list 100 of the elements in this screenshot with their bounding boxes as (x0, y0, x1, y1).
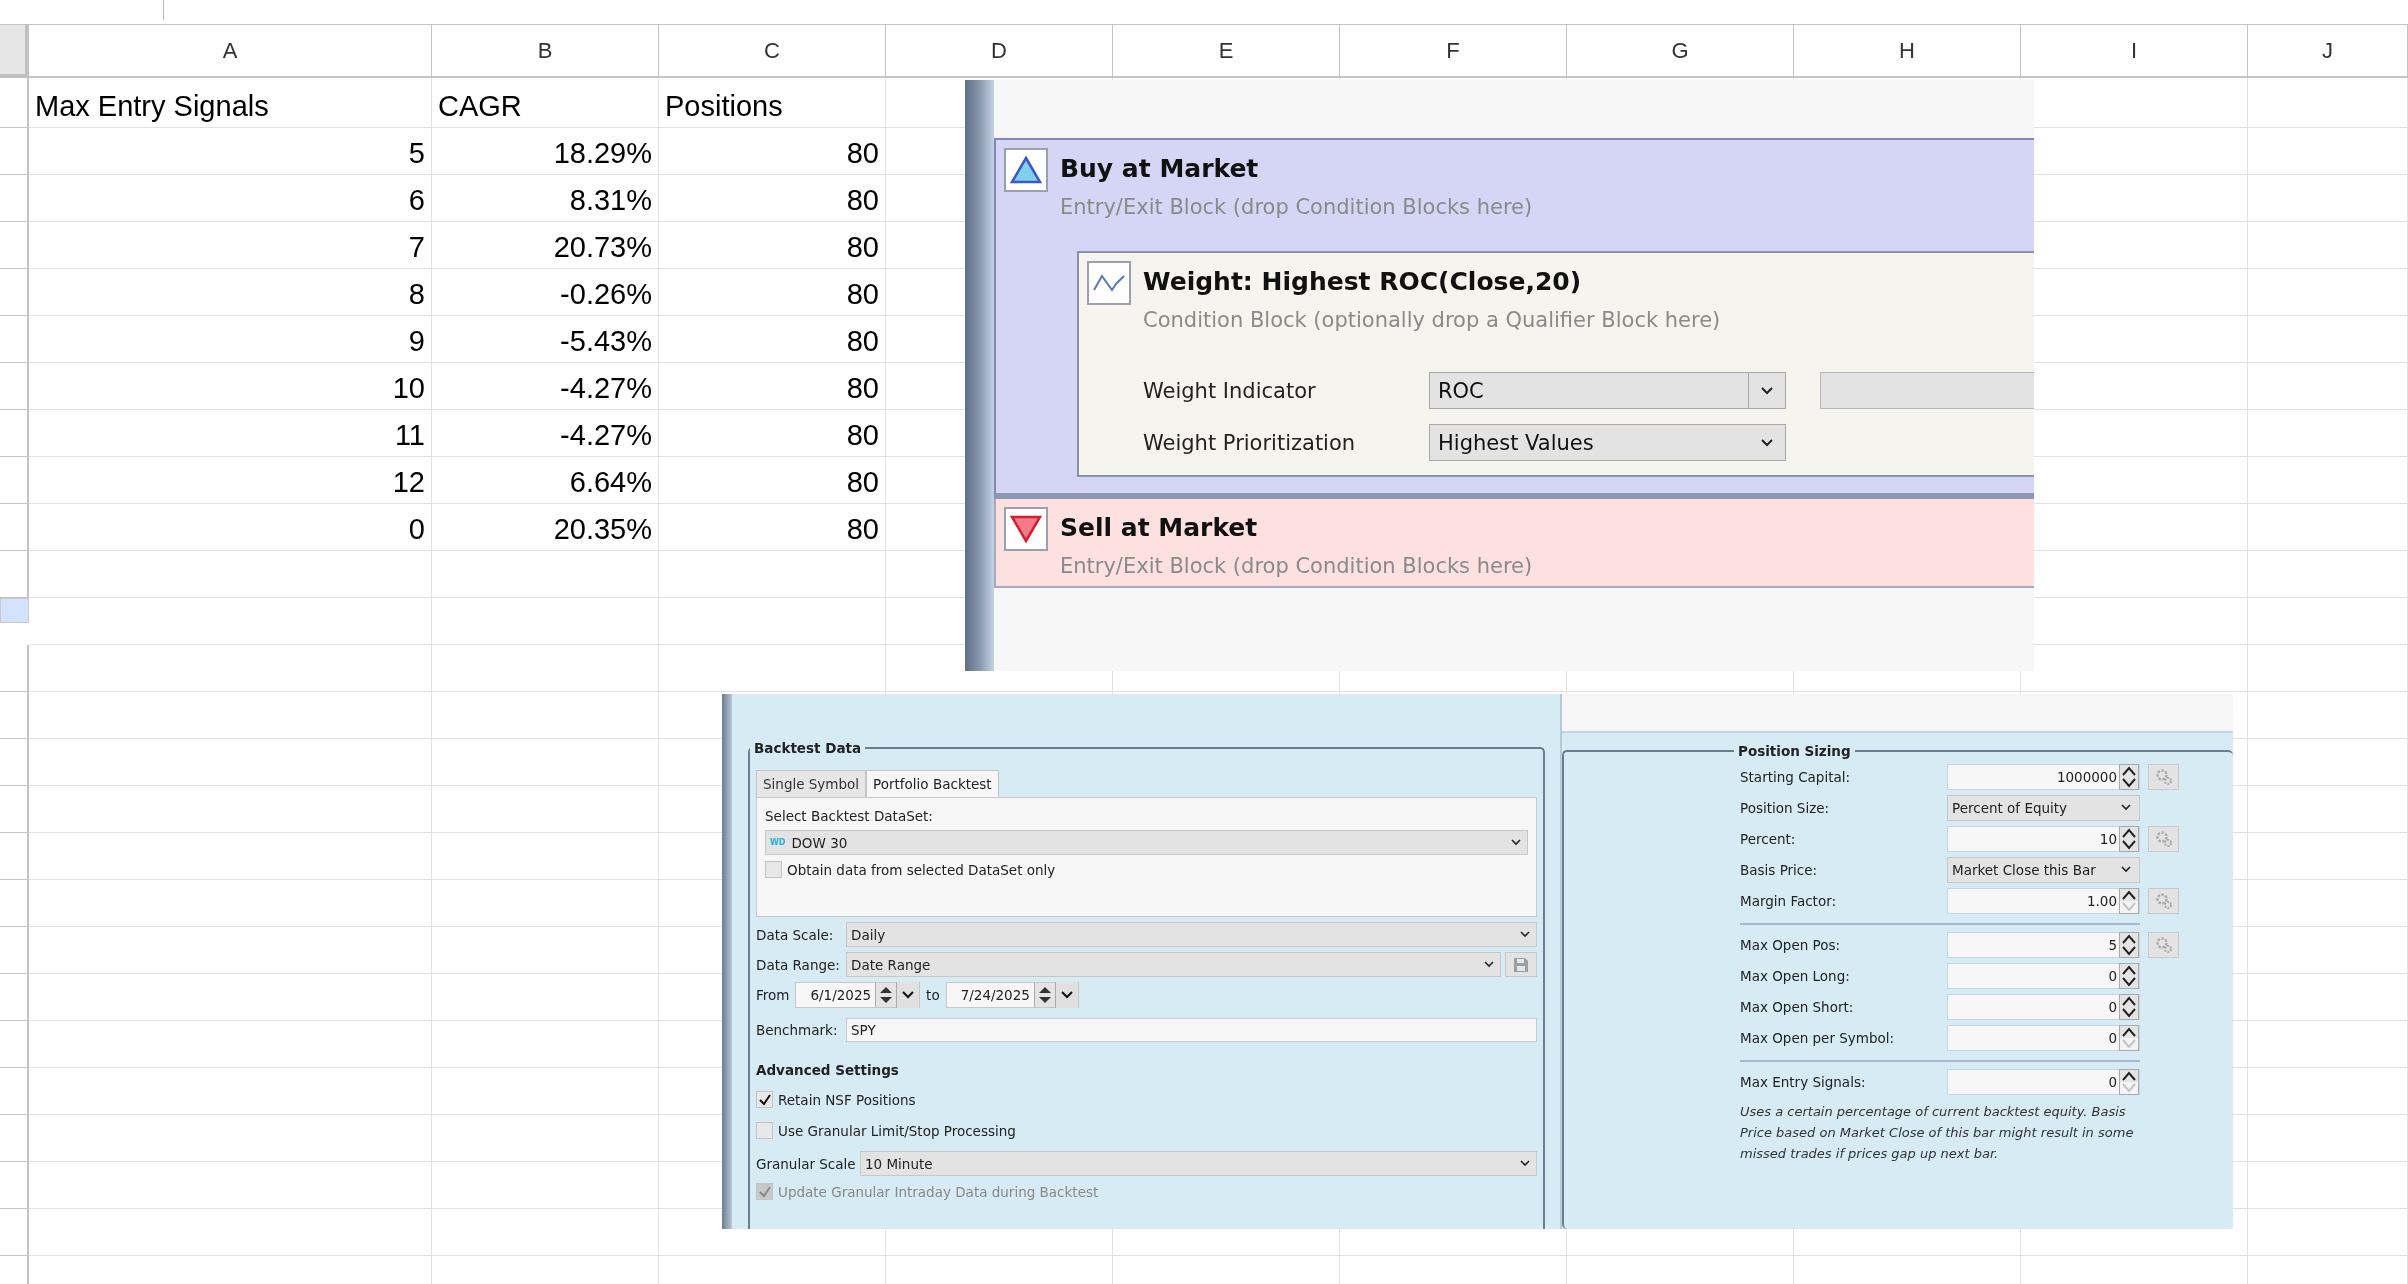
table-cell: 80 (659, 457, 886, 504)
row-header[interactable] (0, 692, 29, 739)
column-header[interactable]: J (2248, 25, 2408, 78)
table-cell: 80 (659, 269, 886, 316)
dropdown[interactable]: 10 Minute (860, 1151, 1537, 1176)
spin-buttons[interactable] (1033, 983, 1055, 1007)
gear-button[interactable] (2148, 887, 2179, 914)
checkbox[interactable] (756, 1122, 773, 1139)
row-header[interactable] (0, 739, 29, 786)
dropdown[interactable]: Percent of Equity (1947, 794, 2140, 821)
table-cell: -5.43% (432, 316, 659, 363)
row-header[interactable] (0, 363, 29, 410)
tab[interactable]: Single Symbol (756, 770, 867, 797)
column-header[interactable]: I (2021, 25, 2248, 78)
row-header[interactable] (0, 645, 29, 692)
checkbox-label: Use Granular Limit/Stop Processing (778, 1122, 1016, 1139)
section-title: Advanced Settings (756, 1062, 900, 1078)
row-header[interactable] (0, 1209, 29, 1256)
caret-icon[interactable] (896, 982, 920, 1008)
spin-buttons[interactable] (2119, 962, 2139, 989)
spin-buttons[interactable] (875, 983, 897, 1007)
table-cell: 6 (29, 175, 432, 222)
block-title: Weight: Highest ROC(Close,20) (1143, 267, 1583, 296)
gear-icon (2154, 767, 2173, 786)
caret-icon[interactable] (1054, 982, 1078, 1008)
column-header[interactable]: B (432, 25, 659, 78)
gear-button[interactable] (2148, 825, 2179, 852)
row-header[interactable] (0, 1021, 29, 1068)
dropdown[interactable]: Date Range (846, 952, 1501, 977)
column-header[interactable]: H (1794, 25, 2021, 78)
input-field[interactable]: SPY (846, 1018, 1537, 1042)
save-button[interactable] (1505, 952, 1537, 977)
row-header[interactable] (0, 269, 29, 316)
dropdown[interactable]: Market Close this Bar (1947, 856, 2140, 883)
row-header[interactable] (0, 128, 29, 175)
spin-buttons[interactable] (2119, 825, 2139, 852)
row-header[interactable] (0, 1162, 29, 1209)
column-header[interactable]: C (659, 25, 886, 78)
number-field[interactable]: 0 (1947, 993, 2140, 1020)
row-header[interactable] (0, 410, 29, 457)
column-header[interactable]: D (886, 25, 1113, 78)
number-field[interactable]: 10 (1947, 825, 2140, 852)
input-field[interactable] (1820, 372, 2034, 409)
table-cell: 5 (29, 128, 432, 175)
row-header[interactable] (0, 551, 29, 598)
spin-buttons[interactable] (2119, 993, 2139, 1020)
row-header[interactable] (0, 598, 29, 623)
wave-icon (1087, 261, 1131, 305)
row-header[interactable] (0, 974, 29, 1021)
number-field[interactable]: 5 (1947, 931, 2140, 958)
row-header[interactable] (0, 222, 29, 269)
table-cell: 80 (659, 128, 886, 175)
checkbox[interactable] (756, 1091, 773, 1108)
block-subtitle: Condition Block (optionally drop a Qualifier Block here) (1143, 308, 1721, 332)
field-label: Max Open Short: (1740, 998, 1855, 1015)
tab[interactable]: Portfolio Backtest (866, 770, 999, 797)
column-header[interactable]: F (1340, 25, 1567, 78)
row-header[interactable] (0, 504, 29, 551)
dropdown[interactable]: Highest Values (1429, 424, 1786, 461)
dropdown[interactable]: WD DOW 30 (765, 830, 1528, 855)
number-field[interactable]: 1.00 (1947, 887, 2140, 914)
row-header[interactable] (0, 880, 29, 927)
dropdown[interactable]: ROC (1429, 372, 1786, 409)
table-cell: 80 (659, 410, 886, 457)
table-cell: 10 (29, 363, 432, 410)
row-header[interactable] (0, 457, 29, 504)
row-header[interactable] (0, 175, 29, 222)
spin-buttons[interactable] (2119, 931, 2139, 958)
row-header[interactable] (0, 1115, 29, 1162)
row-header[interactable] (0, 833, 29, 880)
field-label: to (926, 987, 940, 1003)
date-field[interactable]: 6/1/2025 (795, 982, 921, 1008)
dropdown[interactable]: Daily (846, 922, 1537, 947)
spin-buttons[interactable] (2119, 763, 2139, 790)
gear-button[interactable] (2148, 931, 2179, 958)
caret-icon (1760, 386, 1774, 395)
gear-button[interactable] (2148, 763, 2179, 790)
table-cell: 80 (659, 363, 886, 410)
row-header[interactable] (0, 316, 29, 363)
block-subtitle: Entry/Exit Block (drop Condition Blocks here) (1060, 554, 1533, 578)
number-field[interactable]: 1000000 (1947, 763, 2140, 790)
number-field[interactable]: 0 (1947, 962, 2140, 989)
number-field[interactable]: 0 (1947, 1024, 2140, 1051)
column-header[interactable]: E (1113, 25, 1340, 78)
column-header[interactable]: A (29, 25, 432, 78)
table-cell: Positions (659, 78, 886, 128)
checkbox[interactable] (765, 861, 782, 878)
gear-icon (2154, 891, 2173, 910)
caret-icon (1760, 438, 1774, 447)
row-header[interactable] (0, 786, 29, 833)
field-label: Weight Prioritization (1143, 430, 1357, 455)
select-all-corner[interactable] (0, 25, 29, 78)
number-field[interactable]: 0 (1947, 1068, 2140, 1095)
row-header[interactable] (0, 927, 29, 974)
column-header[interactable]: G (1567, 25, 1794, 78)
date-field[interactable]: 7/24/2025 (945, 982, 1079, 1008)
field-label: Max Open per Symbol: (1740, 1029, 1896, 1046)
row-header[interactable] (0, 78, 29, 128)
table-cell: -0.26% (432, 269, 659, 316)
row-header[interactable] (0, 1068, 29, 1115)
